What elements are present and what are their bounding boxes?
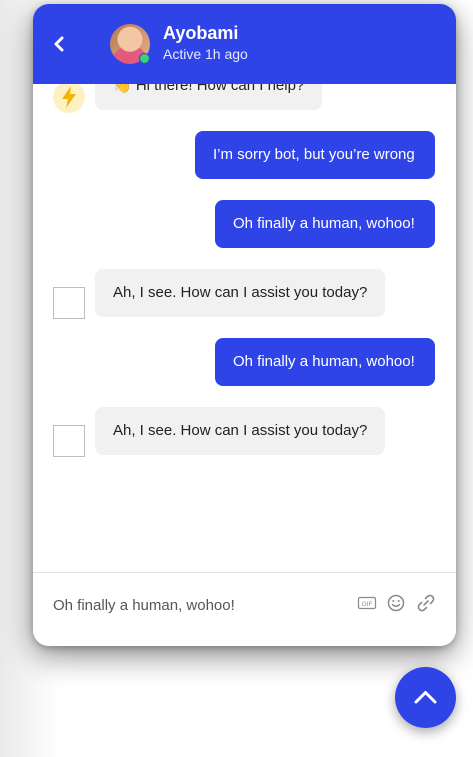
gif-icon: GIF	[357, 596, 377, 610]
message-bubble-bot: 👋 Hi there! How can I help?	[95, 84, 323, 110]
message-bubble-user: Oh finally a human, wohoo!	[215, 338, 435, 386]
attach-link-button[interactable]	[415, 593, 437, 618]
message-bubble-agent: Ah, I see. How can I assist you today?	[95, 407, 385, 455]
online-status-dot	[139, 53, 150, 64]
composer: GIF	[33, 572, 456, 646]
agent-status: Active 1h ago	[163, 46, 248, 62]
message-bubble-user: I’m sorry bot, but you’re wrong	[195, 131, 435, 179]
gif-button[interactable]: GIF	[357, 593, 377, 618]
scroll-up-button[interactable]	[395, 667, 456, 728]
message-bubble-agent: Ah, I see. How can I assist you today?	[95, 269, 385, 317]
message-input[interactable]	[53, 593, 343, 617]
chat-widget: Ayobami Active 1h ago 👋 Hi there! How ca…	[33, 4, 456, 646]
message-list[interactable]: 👋 Hi there! How can I help? I’m sorry bo…	[33, 84, 456, 572]
agent-name: Ayobami	[163, 23, 239, 43]
back-button[interactable]	[47, 30, 73, 58]
emoji-icon	[387, 594, 405, 612]
lightning-bolt-icon	[62, 86, 76, 108]
bot-avatar	[53, 84, 85, 113]
chevron-left-icon	[54, 36, 64, 52]
link-icon	[417, 594, 435, 612]
chevron-up-icon	[414, 691, 437, 704]
gif-label: GIF	[362, 601, 373, 608]
emoji-button[interactable]	[386, 593, 406, 618]
message-bubble-user: Oh finally a human, wohoo!	[215, 200, 435, 248]
chat-header: Ayobami Active 1h ago	[33, 4, 456, 84]
agent-avatar-placeholder	[53, 287, 85, 319]
agent-avatar-placeholder	[53, 425, 85, 457]
